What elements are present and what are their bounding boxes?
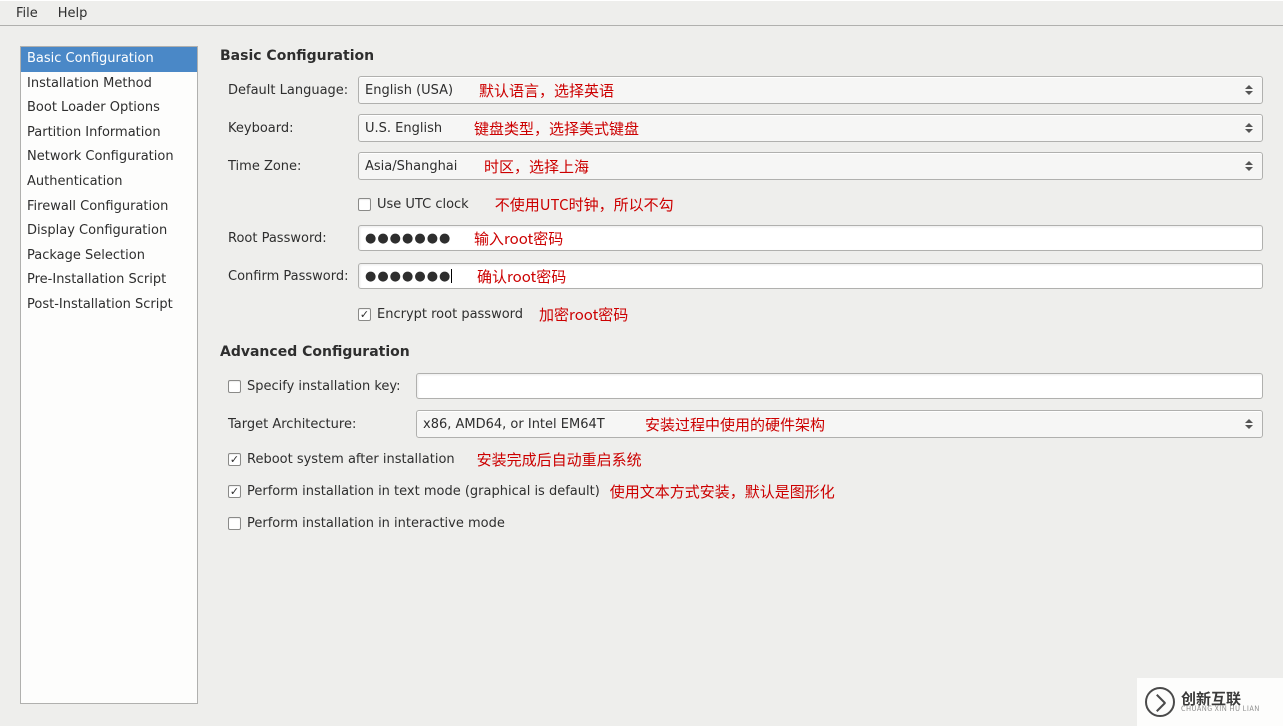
sidebar-item-pre-installation-script[interactable]: Pre-Installation Script (21, 268, 197, 293)
encrypt-annotation: 加密root密码 (539, 304, 628, 325)
sidebar-item-partition-information[interactable]: Partition Information (21, 121, 197, 146)
chevron-updown-icon (1242, 85, 1256, 95)
default-language-combo[interactable]: English (USA) 默认语言，选择英语 (358, 76, 1263, 104)
menu-help[interactable]: Help (48, 2, 98, 25)
watermark: 创新互联 CHUANG XIN HU LIAN (1137, 678, 1283, 726)
timezone-value: Asia/Shanghai (365, 159, 1242, 174)
chevron-updown-icon (1242, 161, 1256, 171)
root-password-annotation: 输入root密码 (474, 228, 563, 249)
default-language-value: English (USA) (365, 83, 1242, 98)
watermark-text-en: CHUANG XIN HU LIAN (1181, 706, 1260, 713)
menubar: File Help (0, 0, 1283, 26)
sidebar-item-installation-method[interactable]: Installation Method (21, 72, 197, 97)
chevron-updown-icon (1242, 123, 1256, 133)
confirm-password-label: Confirm Password: (220, 269, 358, 284)
installation-key-input[interactable] (416, 373, 1263, 399)
sidebar-item-package-selection[interactable]: Package Selection (21, 244, 197, 269)
timezone-combo[interactable]: Asia/Shanghai 时区，选择上海 (358, 152, 1263, 180)
reboot-annotation: 安装完成后自动重启系统 (477, 449, 642, 470)
menu-file[interactable]: File (6, 2, 48, 25)
sidebar: Basic Configuration Installation Method … (20, 46, 198, 704)
sidebar-item-post-installation-script[interactable]: Post-Installation Script (21, 293, 197, 318)
interactive-mode-label: Perform installation in interactive mode (247, 516, 505, 531)
confirm-password-annotation: 确认root密码 (477, 266, 566, 287)
timezone-label: Time Zone: (220, 159, 358, 174)
sidebar-item-authentication[interactable]: Authentication (21, 170, 197, 195)
target-architecture-label: Target Architecture: (228, 417, 356, 432)
keyboard-combo[interactable]: U.S. English 键盘类型，选择美式键盘 (358, 114, 1263, 142)
text-mode-install-label: Perform installation in text mode (graph… (247, 484, 600, 499)
target-architecture-value: x86, AMD64, or Intel EM64T (423, 417, 1242, 432)
encrypt-root-password-label: Encrypt root password (377, 307, 523, 322)
sidebar-item-firewall-configuration[interactable]: Firewall Configuration (21, 195, 197, 220)
basic-config-title: Basic Configuration (220, 48, 1263, 64)
chevron-updown-icon (1242, 419, 1256, 429)
advanced-config-title: Advanced Configuration (220, 344, 1263, 360)
specify-installation-key-checkbox[interactable] (228, 380, 241, 393)
interactive-mode-checkbox[interactable] (228, 517, 241, 530)
utc-checkbox-label: Use UTC clock (377, 197, 469, 212)
sidebar-item-network-configuration[interactable]: Network Configuration (21, 145, 197, 170)
default-language-label: Default Language: (220, 83, 358, 98)
utc-annotation: 不使用UTC时钟，所以不勾 (495, 194, 674, 215)
reboot-after-install-checkbox[interactable] (228, 453, 241, 466)
sidebar-item-display-configuration[interactable]: Display Configuration (21, 219, 197, 244)
textmode-annotation: 使用文本方式安装，默认是图形化 (610, 481, 835, 502)
main-panel: Basic Configuration Default Language: En… (220, 46, 1263, 704)
sidebar-item-boot-loader-options[interactable]: Boot Loader Options (21, 96, 197, 121)
confirm-password-input[interactable]: ●●●●●●● 确认root密码 (358, 263, 1263, 289)
text-mode-install-checkbox[interactable] (228, 485, 241, 498)
keyboard-label: Keyboard: (220, 121, 358, 136)
root-password-label: Root Password: (220, 231, 358, 246)
utc-checkbox[interactable] (358, 198, 371, 211)
target-architecture-combo[interactable]: x86, AMD64, or Intel EM64T 安装过程中使用的硬件架构 (416, 410, 1263, 438)
reboot-after-install-label: Reboot system after installation (247, 452, 455, 467)
confirm-password-value: ●●●●●●● (365, 269, 451, 284)
watermark-logo-icon (1145, 687, 1175, 717)
root-password-input[interactable]: ●●●●●●● 输入root密码 (358, 225, 1263, 251)
root-password-value: ●●●●●●● (365, 231, 451, 246)
sidebar-item-basic-configuration[interactable]: Basic Configuration (21, 47, 197, 72)
specify-installation-key-label: Specify installation key: (247, 379, 401, 394)
encrypt-root-password-checkbox[interactable] (358, 308, 371, 321)
keyboard-value: U.S. English (365, 121, 1242, 136)
